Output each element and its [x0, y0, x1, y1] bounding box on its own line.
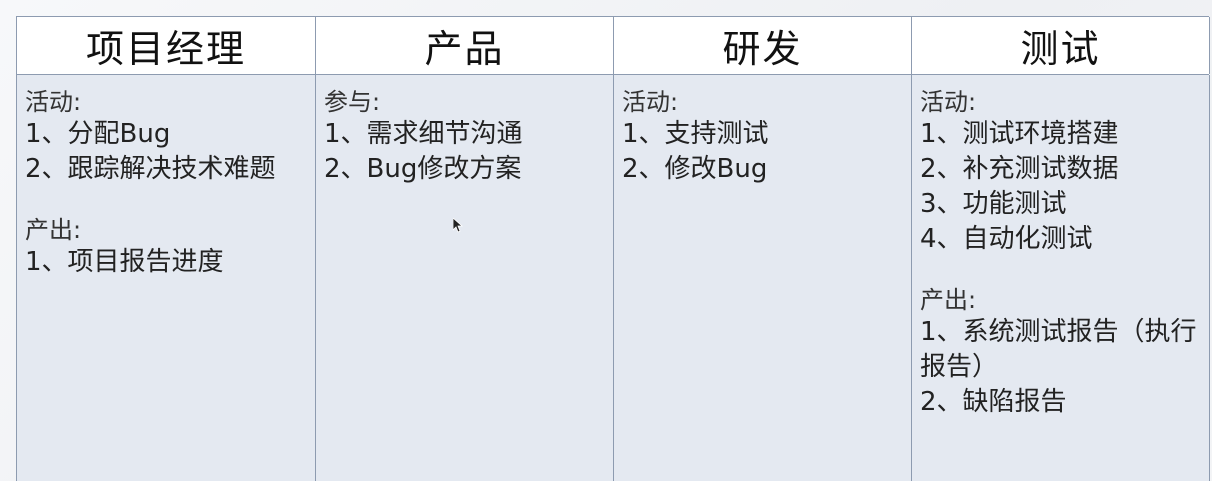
list-item: 1、分配Bug: [25, 119, 171, 149]
cell-testing: 活动: 1、测试环境搭建 2、补充测试数据 3、功能测试 4、自动化测试 产出:…: [912, 75, 1210, 481]
cell-project-manager: 活动: 1、分配Bug 2、跟踪解决技术难题 产出: 1、项目报告进度: [17, 75, 316, 481]
list-item: 3、功能测试: [920, 189, 1067, 219]
table-body-row: 活动: 1、分配Bug 2、跟踪解决技术难题 产出: 1、项目报告进度 参与: …: [17, 75, 1210, 481]
list-item: 1、系统测试报告（执行报告）: [920, 317, 1197, 382]
list-item: 1、支持测试: [622, 119, 769, 149]
list-item: 2、缺陷报告: [920, 387, 1067, 417]
list-item: 2、跟踪解决技术难题: [25, 154, 276, 184]
roles-table: 项目经理 产品 研发 测试 活动: 1、分配Bug 2、跟踪解决技术难题 产出:…: [16, 16, 1210, 481]
section-title: 活动:: [622, 88, 679, 116]
list-item: 2、Bug修改方案: [324, 154, 522, 184]
header-project-manager: 项目经理: [17, 17, 316, 74]
section-title: 参与:: [324, 88, 381, 116]
list-item: 2、补充测试数据: [920, 154, 1119, 184]
slide-background: 项目经理 产品 研发 测试 活动: 1、分配Bug 2、跟踪解决技术难题 产出:…: [0, 0, 1212, 481]
header-product: 产品: [316, 17, 614, 74]
list-item: 4、自动化测试: [920, 224, 1093, 254]
header-development: 研发: [614, 17, 912, 74]
section-title: 活动:: [920, 88, 977, 116]
list-item: 1、需求细节沟通: [324, 119, 523, 149]
list-item: 2、修改Bug: [622, 154, 768, 184]
section-title: 产出:: [25, 216, 82, 244]
list-item: 1、项目报告进度: [25, 247, 224, 277]
list-item: 1、测试环境搭建: [920, 119, 1119, 149]
table-header-row: 项目经理 产品 研发 测试: [17, 17, 1210, 75]
cell-development: 活动: 1、支持测试 2、修改Bug: [614, 75, 912, 481]
section-title: 产出:: [920, 286, 977, 314]
header-testing: 测试: [912, 17, 1210, 74]
section-title: 活动:: [25, 88, 82, 116]
cell-product: 参与: 1、需求细节沟通 2、Bug修改方案: [316, 75, 614, 481]
